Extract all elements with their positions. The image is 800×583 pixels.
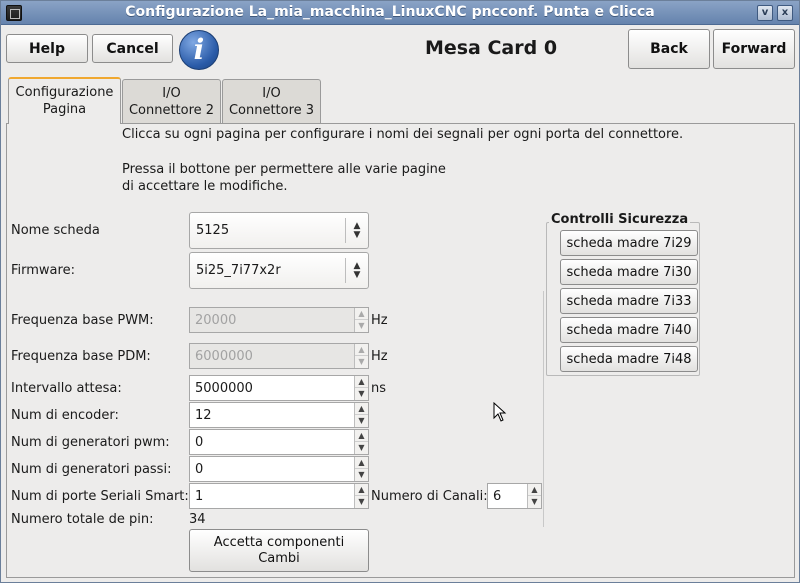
tab-configurazione-pagina[interactable]: Configurazione Pagina	[8, 77, 121, 124]
step-gens-value: 0	[195, 462, 204, 477]
spin-down-icon[interactable]: ▼	[355, 469, 368, 481]
tab-io-connettore-3[interactable]: I/O Connettore 3	[222, 79, 321, 123]
safety-title: Controlli Sicurezza	[549, 212, 691, 227]
spin-up-icon[interactable]: ▲	[355, 403, 368, 415]
firmware-value: 5i25_7i77x2r	[196, 263, 281, 278]
spin-down-icon[interactable]: ▼	[355, 442, 368, 454]
spin-down-icon[interactable]: ▼	[355, 415, 368, 427]
spin-up-icon[interactable]: ▲	[528, 484, 541, 496]
tab-label-line2: Connettore 2	[128, 103, 215, 118]
spin-down-icon: ▼	[358, 321, 365, 330]
spin-up-icon[interactable]: ▲	[355, 457, 368, 469]
board-7i33-button[interactable]: scheda madre 7i33	[560, 288, 698, 314]
encoders-spinner[interactable]: 12 ▲ ▼	[189, 402, 369, 428]
accept-label-line1: Accetta componenti	[213, 534, 345, 550]
smart-serial-spinner[interactable]: 1 ▲ ▼	[189, 483, 369, 509]
pdm-base-unit: Hz	[371, 349, 388, 364]
combo-arrows-icon: ▲ ▼	[353, 221, 361, 240]
pwm-base-label: Frequenza base PWM:	[11, 313, 154, 328]
minimize-icon[interactable]: v	[757, 5, 773, 21]
smart-serial-label: Num di porte Seriali Smart:	[11, 489, 189, 504]
info-text-line1: Clicca su ogni pagina per configurare i …	[122, 127, 684, 142]
info-text-line3: di accettare le modifiche.	[122, 179, 288, 194]
spin-up-icon[interactable]: ▲	[355, 376, 368, 388]
info-text-line2: Pressa il bottone per permettere alle va…	[122, 162, 446, 177]
channels-value: 6	[493, 489, 502, 504]
firmware-label: Firmware:	[11, 263, 75, 278]
board-7i30-button[interactable]: scheda madre 7i30	[560, 259, 698, 285]
cancel-button[interactable]: Cancel	[92, 34, 173, 63]
step-gens-label: Num di generatori passi:	[11, 462, 172, 477]
mouse-pointer-icon	[493, 402, 507, 422]
info-icon: i	[179, 30, 219, 70]
pwm-gens-value: 0	[195, 435, 204, 450]
tab-label-line2: Pagina	[42, 102, 87, 117]
smart-serial-value: 1	[195, 489, 204, 504]
pwm-base-spinner: 20000 ▲ ▼	[189, 307, 369, 333]
title-bar[interactable]: Configurazione La_mia_macchina_LinuxCNC …	[1, 1, 799, 25]
watchdog-label: Intervallo attesa:	[11, 381, 122, 396]
app-window: Configurazione La_mia_macchina_LinuxCNC …	[0, 0, 800, 583]
spin-up-icon: ▲	[355, 308, 368, 320]
firmware-select[interactable]: 5i25_7i77x2r ▲ ▼	[189, 252, 369, 289]
board-name-label: Nome scheda	[11, 223, 100, 238]
tab-label-line2: Connettore 3	[228, 103, 315, 118]
board-name-value: 5125	[196, 223, 230, 238]
channels-label: Numero di Canali:	[371, 489, 488, 504]
tab-label-line1: I/O	[262, 86, 281, 101]
spin-up-icon[interactable]: ▲	[355, 484, 368, 496]
combo-arrows-icon: ▲ ▼	[353, 261, 361, 280]
step-gens-spinner[interactable]: 0 ▲ ▼	[189, 456, 369, 482]
tab-io-connettore-2[interactable]: I/O Connettore 2	[122, 79, 221, 123]
accept-label-line2: Cambi	[258, 550, 300, 566]
window-menu-icon[interactable]	[6, 5, 22, 21]
pwm-gens-label: Num di generatori pwm:	[11, 435, 170, 450]
board-name-select[interactable]: 5125 ▲ ▼	[189, 212, 369, 249]
close-icon[interactable]: x	[777, 5, 793, 21]
spin-down-icon[interactable]: ▼	[528, 496, 541, 508]
pwm-gens-spinner[interactable]: 0 ▲ ▼	[189, 429, 369, 455]
help-button[interactable]: Help	[6, 34, 88, 63]
spin-down-icon: ▼	[358, 357, 365, 366]
pwm-base-value: 20000	[195, 313, 237, 328]
pdm-base-spinner: 6000000 ▲ ▼	[189, 343, 369, 369]
back-button[interactable]: Back	[628, 29, 710, 69]
spin-up-icon: ▲	[355, 344, 368, 356]
page-title: Mesa Card 0	[424, 37, 558, 59]
vertical-separator	[543, 291, 544, 527]
channels-spinner[interactable]: 6 ▲ ▼	[487, 483, 542, 509]
board-7i29-button[interactable]: scheda madre 7i29	[560, 230, 698, 256]
watchdog-value: 5000000	[195, 381, 253, 396]
forward-button[interactable]: Forward	[713, 29, 795, 69]
spin-down-icon[interactable]: ▼	[355, 388, 368, 400]
board-7i40-button[interactable]: scheda madre 7i40	[560, 317, 698, 343]
pwm-base-unit: Hz	[371, 313, 388, 328]
tab-label-line1: I/O	[162, 86, 181, 101]
watchdog-unit: ns	[371, 381, 387, 396]
watchdog-spinner[interactable]: 5000000 ▲ ▼	[189, 375, 369, 401]
encoders-label: Num di encoder:	[11, 408, 119, 423]
tab-label-line1: Configurazione	[15, 85, 114, 100]
window-title: Configurazione La_mia_macchina_LinuxCNC …	[125, 4, 655, 20]
pdm-base-label: Frequenza base PDM:	[11, 349, 151, 364]
total-pins-label: Numero totale de pin:	[11, 512, 154, 527]
pdm-base-value: 6000000	[195, 349, 253, 364]
encoders-value: 12	[195, 408, 212, 423]
spin-up-icon[interactable]: ▲	[355, 430, 368, 442]
board-7i48-button[interactable]: scheda madre 7i48	[560, 346, 698, 372]
spin-down-icon[interactable]: ▼	[355, 496, 368, 508]
total-pins-value: 34	[189, 512, 206, 527]
accept-changes-button[interactable]: Accetta componenti Cambi	[189, 529, 369, 572]
